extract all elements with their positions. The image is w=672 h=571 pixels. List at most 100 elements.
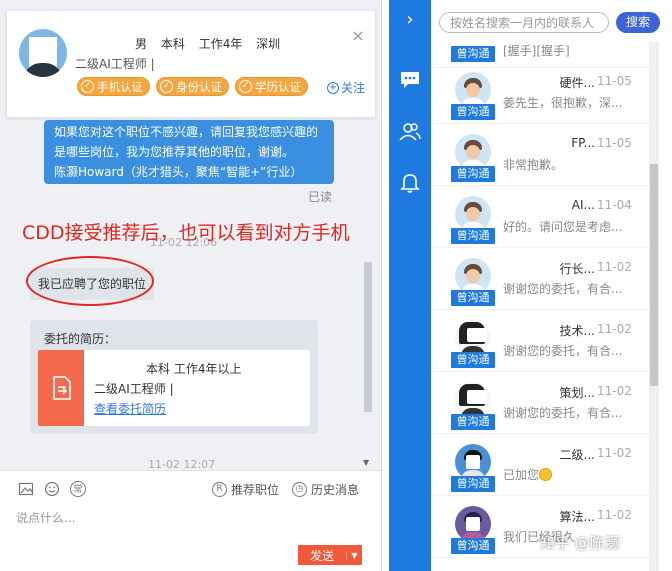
emoji-icon[interactable] (44, 481, 60, 497)
contact-last-message: 谢谢您的委托，有合... (503, 404, 649, 421)
verification-badges: ✓ 手机认证 ✓ 身份认证 ✓ 学历认证 (77, 77, 308, 96)
contacted-tag: 曾沟通 (451, 228, 495, 244)
contact-list-item[interactable]: 曾沟通 FP... 11-05 非常抱歉。 (431, 124, 649, 186)
contact-avatar (455, 72, 491, 108)
contact-date: 11-04 (597, 198, 632, 212)
contact-list-item[interactable]: 曾沟通 二级... 11-02 已加您 (431, 434, 649, 496)
contact-avatar (455, 258, 491, 294)
chat-scrollbar-thumb[interactable] (364, 262, 372, 412)
check-icon: ✓ (81, 80, 94, 93)
candidate-avatar (19, 29, 67, 77)
watermark: 知乎 @陈灏 (540, 534, 620, 552)
recommend-job-button[interactable]: R 推荐职位 (212, 481, 279, 498)
contacts-icon[interactable] (398, 120, 422, 144)
clock-icon: ◷ (292, 482, 307, 497)
search-button[interactable]: 搜索 (616, 12, 660, 33)
contact-last-message: [握手][握手] (503, 44, 570, 58)
plus-icon: + (326, 81, 339, 94)
resume-summary: 本科 工作4年以上 (146, 362, 242, 376)
check-icon: ✓ (239, 80, 252, 93)
smile-emoji-icon (539, 468, 553, 481)
contact-last-message-text: 已加您 (503, 468, 540, 482)
contact-date: 11-02 (597, 446, 632, 460)
contact-list-scrollbar-thumb[interactable] (650, 164, 658, 386)
contact-search-input[interactable] (439, 12, 609, 33)
scroll-down-arrow-icon[interactable]: ▼ (363, 458, 369, 467)
contact-last-message-text: 非常抱歉。 (503, 158, 564, 172)
candidate-profile-card: 男 本科 工作4年 深圳 二级AI工程师 | × ✓ 手机认证 ✓ 身份认证 ✓… (6, 10, 376, 118)
resume-title: 二级AI工程师 | (94, 382, 174, 396)
candidate-title: 二级AI工程师 | (75, 57, 155, 71)
messages-icon[interactable] (398, 68, 422, 92)
candidate-experience: 工作4年 (198, 37, 243, 51)
common-phrases-icon[interactable]: 常 (70, 481, 86, 497)
contact-avatar (455, 382, 491, 418)
contact-list-item[interactable]: 曾沟通 行长... 11-02 谢谢您的委托，有合... (431, 248, 649, 310)
entrusted-resume-card: 委托的简历： 本科 工作4年以上 二级AI工程师 | 查看委托简历 (30, 320, 318, 434)
annotation-text: CDD接受推荐后，也可以看到对方手机 (22, 222, 350, 244)
contact-name: 行长... (559, 262, 595, 276)
contacted-tag: 曾沟通 (451, 538, 495, 554)
candidate-city: 深圳 (256, 37, 281, 51)
close-icon[interactable]: × (351, 28, 365, 44)
badge-phone-verified: ✓ 手机认证 (77, 77, 150, 96)
notifications-bell-icon[interactable] (398, 170, 422, 194)
contact-name: 技术... (559, 324, 595, 338)
contact-name: AI... (571, 198, 595, 212)
contact-avatar (455, 506, 491, 542)
contact-list-panel: 搜索 曾沟通 [握手][握手] 曾沟通硬件...11-05姜先生，很抱歉，深..… (431, 0, 672, 571)
message-input[interactable] (16, 503, 366, 533)
candidate-education: 本科 (160, 37, 185, 51)
contacted-tag: 曾沟通 (451, 104, 495, 120)
side-nav: › (389, 0, 431, 571)
contact-last-message: 已加您 (503, 466, 649, 483)
contact-last-message: 非常抱歉。 (503, 156, 649, 173)
contact-last-message: 好的。请问您是考虑... (503, 218, 649, 235)
contact-list-item[interactable]: 曾沟通 AI... 11-04 好的。请问您是考虑... (431, 186, 649, 248)
contacted-tag: 曾沟通 (451, 476, 495, 492)
view-resume-link[interactable]: 查看委托简历 (94, 400, 166, 417)
contact-date: 11-02 (597, 508, 632, 522)
resume-card-body: 本科 工作4年以上 二级AI工程师 | 查看委托简历 (38, 350, 310, 426)
collapse-chevron-icon[interactable]: › (389, 6, 431, 34)
contact-name: 二级... (559, 448, 595, 462)
contact-date: 11-02 (597, 384, 632, 398)
contact-last-message-text: 谢谢您的委托，有合... (503, 344, 623, 358)
candidate-gender: 男 (135, 37, 148, 51)
contact-avatar (455, 444, 491, 480)
contact-avatar (455, 320, 491, 356)
history-button[interactable]: ◷ 历史消息 (292, 481, 359, 498)
contact-last-message-text: 姜先生，很抱歉，深... (503, 96, 623, 110)
contact-last-message-text: 谢谢您的委托，有合... (503, 406, 623, 420)
contact-date: 11-05 (597, 136, 632, 150)
image-icon[interactable] (18, 481, 34, 497)
contact-name: 策划... (559, 386, 595, 400)
recruiter-message-bubble: 如果您对这个职位不感兴趣，请回复我您感兴趣的 是哪些岗位，我为您推荐其他的职位，… (44, 120, 334, 184)
document-icon (38, 350, 84, 426)
contacted-tag: 曾沟通 (451, 414, 495, 430)
annotation-circle (26, 256, 154, 306)
candidate-summary: 男 本科 工作4年 深圳 (135, 35, 290, 52)
send-options-chevron-icon[interactable]: ▼ (346, 550, 362, 560)
contact-last-message-text: 谢谢您的委托，有合... (503, 282, 623, 296)
contact-last-message-text: 好的。请问您是考虑... (503, 220, 623, 234)
contact-date: 11-02 (597, 322, 632, 336)
contact-avatar (455, 196, 491, 232)
contact-list-item[interactable]: 曾沟通 技术... 11-02 谢谢您的委托，有合... (431, 310, 649, 372)
send-button[interactable]: 发送 ▼ (298, 545, 362, 565)
contact-name: 硬件... (559, 76, 595, 90)
follow-button[interactable]: + 关注 (326, 79, 365, 96)
contact-list-item[interactable]: 曾沟通 策划... 11-02 谢谢您的委托，有合... (431, 372, 649, 434)
chat-pane: 男 本科 工作4年 深圳 二级AI工程师 | × ✓ 手机认证 ✓ 身份认证 ✓… (0, 0, 382, 571)
contact-date: 11-05 (597, 74, 632, 88)
resume-card-heading: 委托的简历： (44, 332, 117, 346)
contact-last-message: 姜先生，很抱歉，深... (503, 94, 649, 111)
contacted-tag: 曾沟通 (451, 166, 495, 182)
contact-search-bar: 搜索 (431, 0, 672, 42)
contacted-tag: 曾沟通 (451, 290, 495, 306)
contact-list-item[interactable]: 曾沟通 硬件... 11-05 姜先生，很抱歉，深... (431, 62, 649, 124)
contact-avatar (455, 134, 491, 170)
badge-id-verified: ✓ 身份认证 (156, 77, 229, 96)
contact-name: FP... (571, 136, 595, 150)
badge-degree-verified: ✓ 学历认证 (235, 77, 308, 96)
